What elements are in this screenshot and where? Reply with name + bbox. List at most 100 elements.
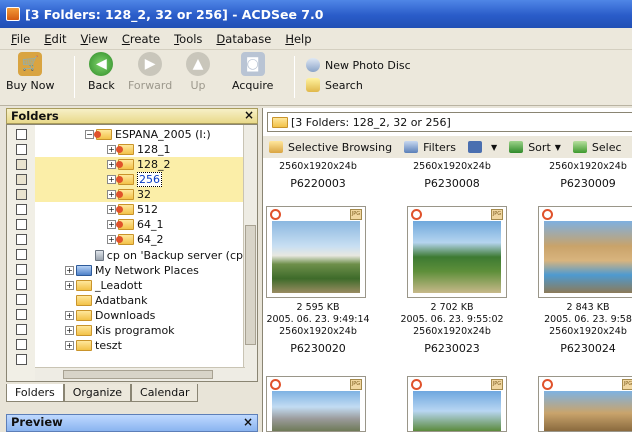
- tab-folders[interactable]: Folders: [6, 384, 64, 402]
- thumbnail-item[interactable]: 2 843 KB 2005. 06. 23. 9:58 2560x1920x24…: [525, 302, 632, 355]
- filters-button[interactable]: Filters: [398, 141, 462, 154]
- expand-icon[interactable]: +: [65, 326, 74, 335]
- thumbnail-item[interactable]: 2560x1920x24b P6220003: [255, 161, 381, 190]
- close-icon[interactable]: ×: [244, 108, 254, 122]
- expand-icon[interactable]: +: [107, 205, 116, 214]
- folder-icon: [116, 144, 134, 155]
- thumbnail-item[interactable]: 2 702 KB 2005. 06. 23. 9:55:02 2560x1920…: [389, 302, 515, 355]
- tree-item-64-2[interactable]: + 64_2: [35, 232, 243, 247]
- tree-item-downloads[interactable]: + Downloads: [35, 308, 243, 323]
- up-button[interactable]: ▲ Up: [186, 52, 210, 102]
- path-bar[interactable]: [3 Folders: 128_2, 32 or 256]: [267, 112, 632, 132]
- thumbnail-item[interactable]: 2560x1920x24b P6230008: [389, 161, 515, 190]
- tree-item-adatbank[interactable]: Adatbank: [35, 293, 243, 308]
- back-button[interactable]: ◀ Back: [88, 52, 115, 102]
- folder-checkbox[interactable]: [16, 279, 27, 290]
- not-cataloged-icon: [542, 209, 553, 220]
- folder-checkbox[interactable]: [16, 354, 27, 365]
- folder-tree[interactable]: − ESPANA_2005 (I:) + 128_1 + 128_2 + 256…: [6, 124, 258, 382]
- folder-checkbox[interactable]: [16, 249, 27, 260]
- menu-tools[interactable]: Tools: [167, 32, 209, 46]
- photo-building-icon: [272, 391, 360, 431]
- menu-file[interactable]: File: [4, 32, 37, 46]
- buy-now-button[interactable]: 🛒 Buy Now: [6, 52, 54, 102]
- sort-icon: [509, 141, 524, 153]
- tree-item-my-network-places[interactable]: + My Network Places: [35, 263, 243, 278]
- folder-checkbox[interactable]: [16, 174, 27, 185]
- expand-icon[interactable]: +: [107, 235, 116, 244]
- select-button[interactable]: Selec: [567, 141, 628, 154]
- sort-button[interactable]: Sort ▼: [503, 141, 567, 154]
- thumbnail-image[interactable]: JPG: [407, 206, 507, 298]
- folder-checkbox[interactable]: [16, 144, 27, 155]
- expand-icon[interactable]: +: [107, 145, 116, 154]
- folder-checkbox[interactable]: [16, 339, 27, 350]
- tree-item-32[interactable]: + 32: [35, 187, 243, 202]
- tab-calendar[interactable]: Calendar: [131, 384, 199, 402]
- collapse-icon[interactable]: −: [85, 130, 94, 139]
- menu-database[interactable]: Database: [209, 32, 278, 46]
- menu-view[interactable]: View: [74, 32, 115, 46]
- menu-help[interactable]: Help: [278, 32, 318, 46]
- tab-organize[interactable]: Organize: [63, 384, 132, 402]
- close-icon[interactable]: ×: [243, 415, 253, 429]
- tree-item-espana[interactable]: − ESPANA_2005 (I:): [35, 127, 243, 142]
- jpg-file-icon: JPG: [350, 379, 362, 390]
- expand-icon[interactable]: +: [107, 220, 116, 229]
- thumbnail-item[interactable]: 2 595 KB 2005. 06. 23. 9:49:14 2560x1920…: [255, 302, 381, 355]
- acdsee-app-icon[interactable]: [6, 7, 20, 21]
- tree-item-512[interactable]: + 512: [35, 202, 243, 217]
- folder-icon: [76, 340, 92, 351]
- photo-landscape-icon: [413, 391, 501, 431]
- folder-checkbox[interactable]: [16, 294, 27, 305]
- folder-checkbox[interactable]: [16, 129, 27, 140]
- tree-item-leadott[interactable]: + _Leadott: [35, 278, 243, 293]
- thumbnail-image[interactable]: JPG: [266, 376, 366, 432]
- folder-checkbox[interactable]: [16, 264, 27, 275]
- folder-checkbox[interactable]: [16, 204, 27, 215]
- preview-pane-header: Preview ×: [6, 414, 258, 432]
- search-button[interactable]: Search: [306, 78, 363, 92]
- thumbnail-image[interactable]: JPG: [266, 206, 366, 298]
- thumbnail-image[interactable]: JPG: [538, 376, 632, 432]
- tree-item-teszt[interactable]: + teszt: [35, 338, 243, 353]
- drive-icon: [94, 129, 112, 140]
- tree-item-128-2[interactable]: + 128_2: [35, 157, 243, 172]
- tree-item-64-1[interactable]: + 64_1: [35, 217, 243, 232]
- file-browser: [3 Folders: 128_2, 32 or 256] Selective …: [262, 108, 632, 432]
- thumbnail-image[interactable]: JPG: [407, 376, 507, 432]
- folder-checkbox[interactable]: [16, 189, 27, 200]
- new-photo-disc-button[interactable]: New Photo Disc: [306, 58, 411, 72]
- expand-icon[interactable]: +: [65, 341, 74, 350]
- folder-checkbox[interactable]: [16, 324, 27, 335]
- browser-toolbar: Selective Browsing Filters ▼ Sort ▼ Sele…: [263, 136, 632, 158]
- expand-icon[interactable]: +: [65, 311, 74, 320]
- menu-edit[interactable]: Edit: [37, 32, 73, 46]
- forward-button[interactable]: ▶ Forward: [128, 52, 172, 102]
- thumbnail-image[interactable]: [538, 206, 632, 298]
- view-mode-button[interactable]: ▼: [462, 141, 503, 153]
- expand-icon[interactable]: +: [65, 266, 74, 275]
- acquire-button[interactable]: ◙ Acquire: [232, 52, 273, 102]
- tree-item-kis-programok[interactable]: + Kis programok: [35, 323, 243, 338]
- network-places-icon: [76, 265, 92, 276]
- selective-browsing-button[interactable]: Selective Browsing: [263, 141, 398, 154]
- tree-item-256[interactable]: + 256: [35, 172, 243, 187]
- expand-icon[interactable]: +: [107, 190, 116, 199]
- scrollbar-thumb[interactable]: [63, 370, 213, 379]
- folder-checkbox[interactable]: [16, 309, 27, 320]
- tree-item-backup-server[interactable]: cp on 'Backup server (cp: [35, 248, 243, 263]
- folder-checkbox[interactable]: [16, 219, 27, 230]
- view-mode-icon: [468, 141, 483, 153]
- folder-checkbox[interactable]: [16, 234, 27, 245]
- thumbnail-item[interactable]: 2560x1920x24b P6230009: [525, 161, 632, 190]
- expand-icon[interactable]: +: [107, 175, 116, 184]
- expand-icon[interactable]: +: [107, 160, 116, 169]
- menu-create[interactable]: Create: [115, 32, 167, 46]
- tree-item-128-1[interactable]: + 128_1: [35, 142, 243, 157]
- folder-checkbox[interactable]: [16, 159, 27, 170]
- folders-pane-tabs: Folders Organize Calendar: [6, 384, 258, 402]
- expand-icon[interactable]: +: [65, 281, 74, 290]
- search-icon: [306, 78, 320, 92]
- folder-tree-horizontal-scrollbar[interactable]: [35, 367, 245, 381]
